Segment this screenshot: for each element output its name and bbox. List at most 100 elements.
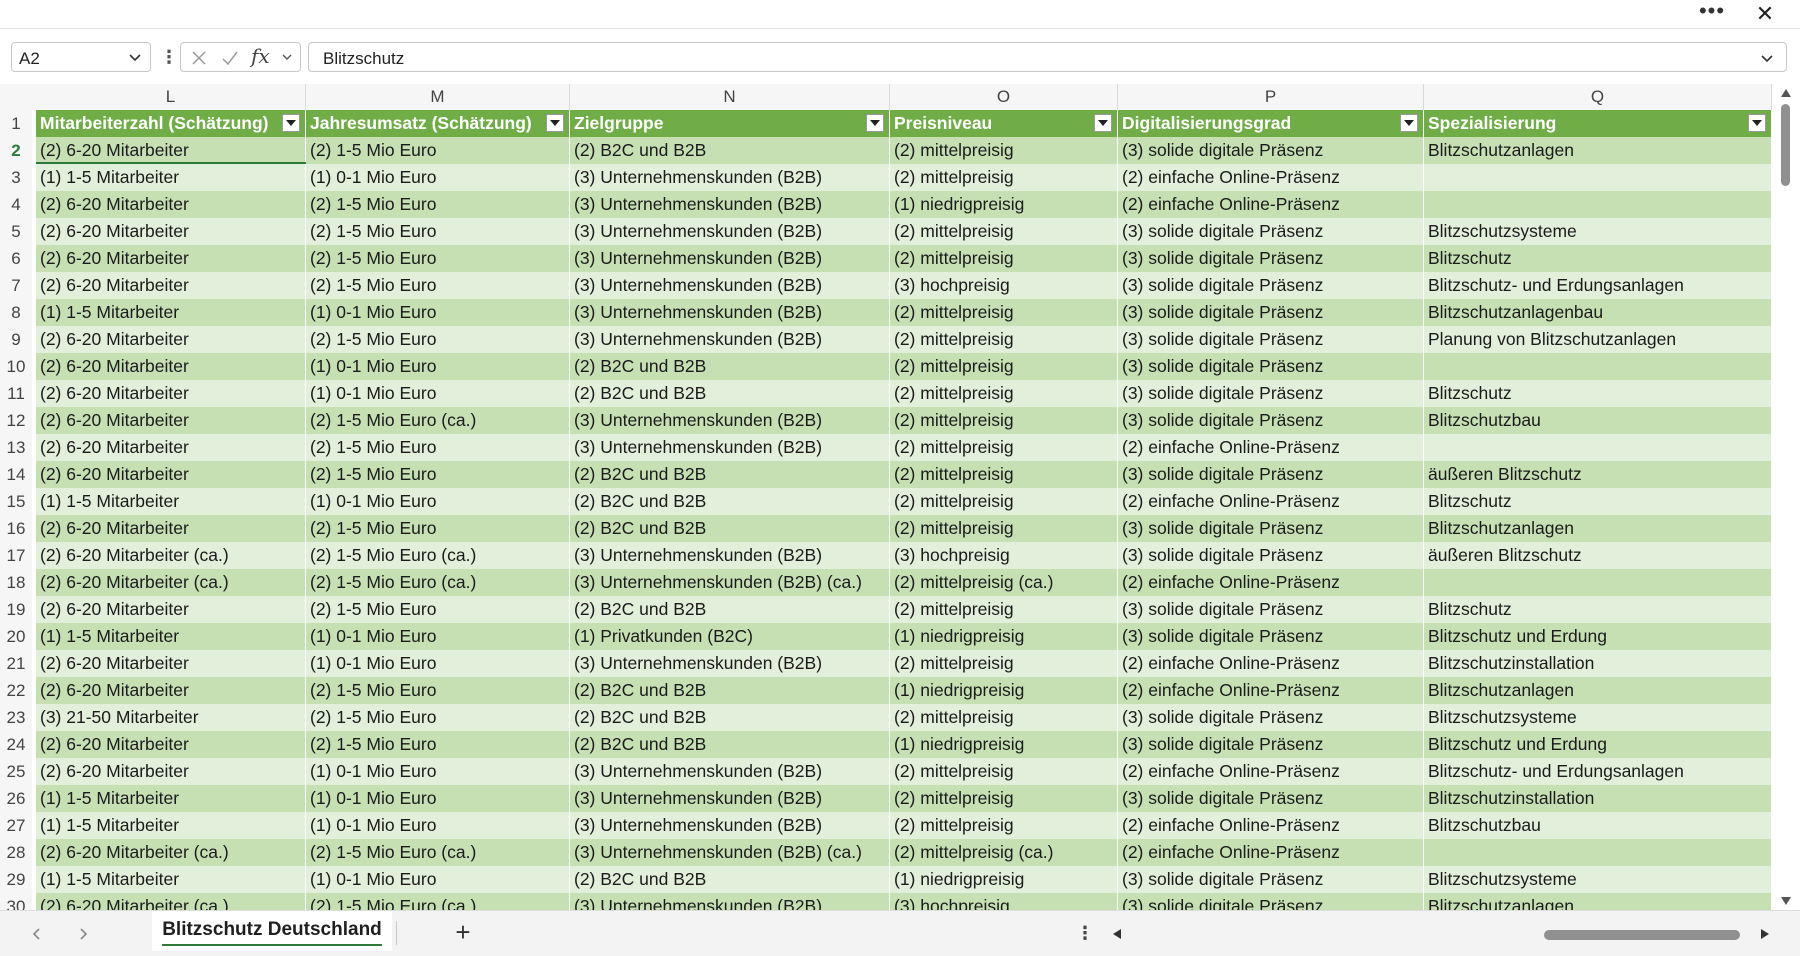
- cell-col-p[interactable]: (3) solide digitale Präsenz: [1118, 623, 1424, 650]
- cell-col-p[interactable]: (3) solide digitale Präsenz: [1118, 542, 1424, 569]
- cell-col-p[interactable]: (3) solide digitale Präsenz: [1118, 785, 1424, 812]
- cell-col-n[interactable]: (3) Unternehmenskunden (B2B): [570, 434, 890, 461]
- cell-col-m[interactable]: (2) 1-5 Mio Euro: [306, 137, 570, 164]
- cell-col-p[interactable]: (2) einfache Online-Präsenz: [1118, 434, 1424, 461]
- column-header-q[interactable]: Q: [1424, 84, 1772, 110]
- row-number[interactable]: 25: [0, 758, 32, 785]
- cell-col-n[interactable]: (3) Unternehmenskunden (B2B): [570, 272, 890, 299]
- cell-col-n[interactable]: (3) Unternehmenskunden (B2B): [570, 407, 890, 434]
- cell-col-p[interactable]: (3) solide digitale Präsenz: [1118, 353, 1424, 380]
- row-number[interactable]: 15: [0, 488, 32, 515]
- cell-col-l[interactable]: (2) 6-20 Mitarbeiter: [36, 245, 306, 272]
- cell-col-p[interactable]: (3) solide digitale Präsenz: [1118, 866, 1424, 893]
- cell-col-n[interactable]: (3) Unternehmenskunden (B2B): [570, 191, 890, 218]
- cell-col-q[interactable]: Blitzschutzbau: [1424, 812, 1772, 839]
- scroll-down-arrow-icon[interactable]: [1780, 896, 1792, 906]
- cell-col-m[interactable]: (2) 1-5 Mio Euro: [306, 272, 570, 299]
- more-options-button[interactable]: •••: [1694, 0, 1730, 26]
- cell-col-n[interactable]: (3) Unternehmenskunden (B2B): [570, 812, 890, 839]
- horizontal-scrollbar[interactable]: [1110, 921, 1782, 947]
- filter-dropdown-icon[interactable]: [1400, 114, 1418, 132]
- cell-col-l[interactable]: (2) 6-20 Mitarbeiter (ca.): [36, 569, 306, 596]
- cell-col-o[interactable]: (2) mittelpreisig: [890, 218, 1118, 245]
- row-number[interactable]: 24: [0, 731, 32, 758]
- filter-dropdown-icon[interactable]: [1094, 114, 1112, 132]
- cell-col-o[interactable]: (2) mittelpreisig: [890, 704, 1118, 731]
- cell-col-m[interactable]: (1) 0-1 Mio Euro: [306, 164, 570, 191]
- cell-col-o[interactable]: (2) mittelpreisig: [890, 758, 1118, 785]
- row-number[interactable]: 18: [0, 569, 32, 596]
- cell-col-n[interactable]: (2) B2C und B2B: [570, 461, 890, 488]
- row-number[interactable]: 11: [0, 380, 32, 407]
- row-number[interactable]: 19: [0, 596, 32, 623]
- header-cell-col-n[interactable]: Zielgruppe: [570, 110, 890, 137]
- cell-col-n[interactable]: (2) B2C und B2B: [570, 353, 890, 380]
- cell-col-q[interactable]: Blitzschutzsysteme: [1424, 218, 1772, 245]
- cell-col-o[interactable]: (2) mittelpreisig: [890, 326, 1118, 353]
- close-button[interactable]: ✕: [1750, 2, 1780, 26]
- cancel-x-icon[interactable]: [191, 50, 207, 66]
- select-all-corner[interactable]: [0, 84, 36, 110]
- cell-col-m[interactable]: (2) 1-5 Mio Euro (ca.): [306, 893, 570, 910]
- spreadsheet-grid[interactable]: LMNOPQ 1 Mitarbeiterzahl (Schätzung) Jahre…: [0, 84, 1772, 910]
- cell-col-l[interactable]: (2) 6-20 Mitarbeiter: [36, 407, 306, 434]
- row-number[interactable]: 20: [0, 623, 32, 650]
- cell-col-l[interactable]: (2) 6-20 Mitarbeiter: [36, 380, 306, 407]
- cell-col-l[interactable]: (2) 6-20 Mitarbeiter: [36, 353, 306, 380]
- cell-col-q[interactable]: [1424, 191, 1772, 218]
- cell-col-m[interactable]: (2) 1-5 Mio Euro (ca.): [306, 569, 570, 596]
- cell-col-p[interactable]: (2) einfache Online-Präsenz: [1118, 812, 1424, 839]
- cell-col-o[interactable]: (3) hochpreisig: [890, 272, 1118, 299]
- cell-col-n[interactable]: (2) B2C und B2B: [570, 704, 890, 731]
- cell-col-m[interactable]: (2) 1-5 Mio Euro: [306, 677, 570, 704]
- cell-col-o[interactable]: (2) mittelpreisig: [890, 812, 1118, 839]
- cell-col-m[interactable]: (1) 0-1 Mio Euro: [306, 488, 570, 515]
- cell-col-q[interactable]: Blitzschutzanlagen: [1424, 677, 1772, 704]
- cell-col-o[interactable]: (2) mittelpreisig: [890, 785, 1118, 812]
- cell-col-n[interactable]: (2) B2C und B2B: [570, 677, 890, 704]
- cell-col-l[interactable]: (1) 1-5 Mitarbeiter: [36, 488, 306, 515]
- cell-col-n[interactable]: (2) B2C und B2B: [570, 137, 890, 164]
- cell-col-o[interactable]: (2) mittelpreisig: [890, 380, 1118, 407]
- cell-col-o[interactable]: (2) mittelpreisig: [890, 164, 1118, 191]
- row-number[interactable]: 12: [0, 407, 32, 434]
- cell-col-p[interactable]: (3) solide digitale Präsenz: [1118, 299, 1424, 326]
- cell-col-q[interactable]: [1424, 353, 1772, 380]
- cell-col-l[interactable]: (2) 6-20 Mitarbeiter: [36, 596, 306, 623]
- formula-bar-menu-icon[interactable]: ⋮: [160, 44, 178, 70]
- cell-col-q[interactable]: [1424, 839, 1772, 866]
- cell-col-q[interactable]: Blitzschutzinstallation: [1424, 785, 1772, 812]
- row-number[interactable]: 7: [0, 272, 32, 299]
- cell-col-l[interactable]: (1) 1-5 Mitarbeiter: [36, 785, 306, 812]
- cell-col-q[interactable]: Blitzschutzsysteme: [1424, 866, 1772, 893]
- row-number[interactable]: 17: [0, 542, 32, 569]
- cell-col-q[interactable]: Blitzschutz: [1424, 380, 1772, 407]
- horizontal-scroll-thumb[interactable]: [1544, 930, 1740, 940]
- column-header-l[interactable]: L: [36, 84, 306, 110]
- cell-col-m[interactable]: (2) 1-5 Mio Euro: [306, 731, 570, 758]
- cell-col-l[interactable]: (2) 6-20 Mitarbeiter: [36, 650, 306, 677]
- cell-col-q[interactable]: Blitzschutz: [1424, 488, 1772, 515]
- cell-col-n[interactable]: (2) B2C und B2B: [570, 866, 890, 893]
- header-cell-col-q[interactable]: Spezialisierung: [1424, 110, 1772, 137]
- cell-col-q[interactable]: [1424, 569, 1772, 596]
- cell-col-q[interactable]: Blitzschutzanlagen: [1424, 137, 1772, 164]
- cell-col-q[interactable]: Blitzschutz und Erdung: [1424, 623, 1772, 650]
- cell-col-m[interactable]: (2) 1-5 Mio Euro: [306, 704, 570, 731]
- cell-col-l[interactable]: (2) 6-20 Mitarbeiter (ca.): [36, 839, 306, 866]
- cell-col-m[interactable]: (1) 0-1 Mio Euro: [306, 623, 570, 650]
- cell-col-l[interactable]: (2) 6-20 Mitarbeiter (ca.): [36, 542, 306, 569]
- chevron-down-icon[interactable]: [128, 50, 142, 64]
- cell-col-n[interactable]: (2) B2C und B2B: [570, 731, 890, 758]
- cell-col-m[interactable]: (1) 0-1 Mio Euro: [306, 380, 570, 407]
- cell-col-o[interactable]: (1) niedrigpreisig: [890, 623, 1118, 650]
- cell-col-m[interactable]: (2) 1-5 Mio Euro: [306, 191, 570, 218]
- row-number[interactable]: 4: [0, 191, 32, 218]
- cell-col-o[interactable]: (2) mittelpreisig: [890, 650, 1118, 677]
- header-cell-col-o[interactable]: Preisniveau: [890, 110, 1118, 137]
- filter-dropdown-icon[interactable]: [1748, 114, 1766, 132]
- cell-col-p[interactable]: (2) einfache Online-Präsenz: [1118, 758, 1424, 785]
- cell-col-q[interactable]: Blitzschutz und Erdung: [1424, 731, 1772, 758]
- cell-col-p[interactable]: (2) einfache Online-Präsenz: [1118, 191, 1424, 218]
- cell-col-q[interactable]: Blitzschutz: [1424, 596, 1772, 623]
